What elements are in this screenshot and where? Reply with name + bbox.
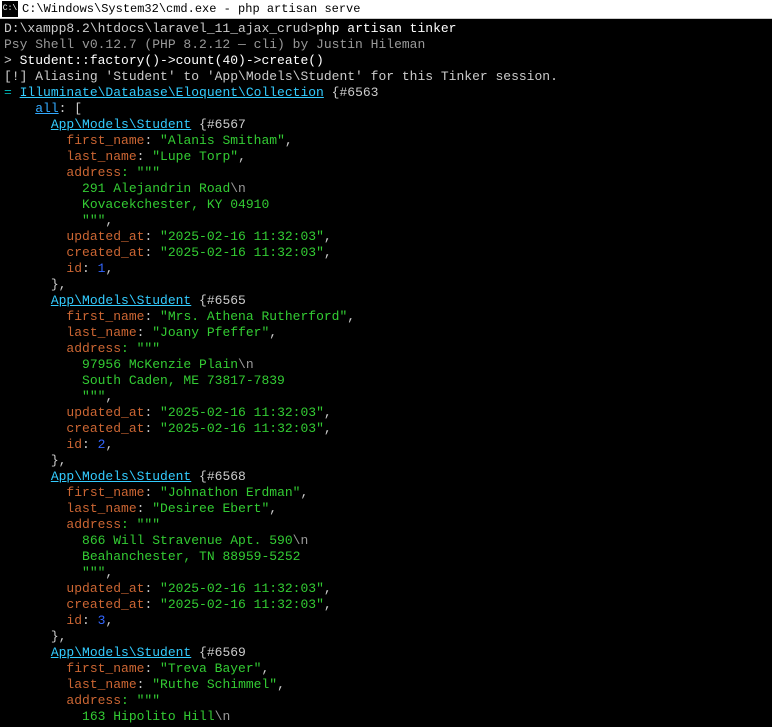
cmd-icon: C:\ <box>2 1 18 17</box>
field-created-at: created_at: "2025-02-16 11:32:03", <box>4 597 768 613</box>
command-text: php artisan tinker <box>316 21 456 36</box>
terminal-output[interactable]: D:\xampp8.2\htdocs\laravel_11_ajax_crud>… <box>0 19 772 727</box>
field-last-name: last_name: "Joany Pfeffer", <box>4 325 768 341</box>
model-header: App\Models\Student {#6567 <box>4 117 768 133</box>
address-line1: 163 Hipolito Hill\n <box>4 709 768 725</box>
all-key-line: all: [ <box>4 101 768 117</box>
prompt-line: D:\xampp8.2\htdocs\laravel_11_ajax_crud>… <box>4 21 768 37</box>
field-id: id: 1, <box>4 261 768 277</box>
tinker-prompt: > <box>4 53 20 68</box>
field-first-name: first_name: "Treva Bayer", <box>4 661 768 677</box>
model-class: App\Models\Student <box>51 117 191 132</box>
field-id: id: 3, <box>4 613 768 629</box>
close-brace: }, <box>4 453 768 469</box>
field-first-name: first_name: "Johnathon Erdman", <box>4 485 768 501</box>
collection-header: = Illuminate\Database\Eloquent\Collectio… <box>4 85 768 101</box>
field-first-name: first_name: "Mrs. Athena Rutherford", <box>4 309 768 325</box>
field-first-name: first_name: "Alanis Smitham", <box>4 133 768 149</box>
model-class: App\Models\Student <box>51 645 191 660</box>
field-created-at: created_at: "2025-02-16 11:32:03", <box>4 421 768 437</box>
field-last-name: last_name: "Desiree Ebert", <box>4 501 768 517</box>
address-close: """, <box>4 213 768 229</box>
address-close: """, <box>4 389 768 405</box>
model-header: App\Models\Student {#6569 <box>4 645 768 661</box>
address-line2: South Caden, ME 73817-7839 <box>4 373 768 389</box>
address-line1: 866 Will Stravenue Apt. 590\n <box>4 533 768 549</box>
model-header: App\Models\Student {#6565 <box>4 293 768 309</box>
address-line2: Kovacekchester, KY 04910 <box>4 197 768 213</box>
close-brace: }, <box>4 629 768 645</box>
field-address-open: address: """ <box>4 341 768 357</box>
field-address-open: address: """ <box>4 165 768 181</box>
alias-message: [!] Aliasing 'Student' to 'App\Models\St… <box>4 69 768 85</box>
field-last-name: last_name: "Ruthe Schimmel", <box>4 677 768 693</box>
window-title: C:\Windows\System32\cmd.exe - php artisa… <box>22 1 360 17</box>
field-created-at: created_at: "2025-02-16 11:32:03", <box>4 245 768 261</box>
field-last-name: last_name: "Lupe Torp", <box>4 149 768 165</box>
equals-sign: = <box>4 85 20 100</box>
model-class: App\Models\Student <box>51 469 191 484</box>
psy-shell-info: Psy Shell v0.12.7 (PHP 8.2.12 — cli) by … <box>4 37 768 53</box>
cwd-path: D:\xampp8.2\htdocs\laravel_11_ajax_crud> <box>4 21 316 36</box>
address-line2: Beahanchester, TN 88959-5252 <box>4 549 768 565</box>
field-id: id: 2, <box>4 437 768 453</box>
window-title-bar: C:\ C:\Windows\System32\cmd.exe - php ar… <box>0 0 772 19</box>
collection-class: Illuminate\Database\Eloquent\Collection <box>20 85 324 100</box>
all-bracket: : [ <box>59 101 82 116</box>
tinker-command-line: > Student::factory()->count(40)->create(… <box>4 53 768 69</box>
field-updated-at: updated_at: "2025-02-16 11:32:03", <box>4 581 768 597</box>
address-line1: 97956 McKenzie Plain\n <box>4 357 768 373</box>
address-close: """, <box>4 565 768 581</box>
field-address-open: address: """ <box>4 693 768 709</box>
collection-hash: {#6563 <box>324 85 379 100</box>
field-address-open: address: """ <box>4 517 768 533</box>
model-class: App\Models\Student <box>51 293 191 308</box>
field-updated-at: updated_at: "2025-02-16 11:32:03", <box>4 405 768 421</box>
close-brace: }, <box>4 277 768 293</box>
all-key: all <box>35 101 58 116</box>
field-updated-at: updated_at: "2025-02-16 11:32:03", <box>4 229 768 245</box>
model-header: App\Models\Student {#6568 <box>4 469 768 485</box>
address-line1: 291 Alejandrin Road\n <box>4 181 768 197</box>
tinker-input: Student::factory()->count(40)->create() <box>20 53 324 68</box>
